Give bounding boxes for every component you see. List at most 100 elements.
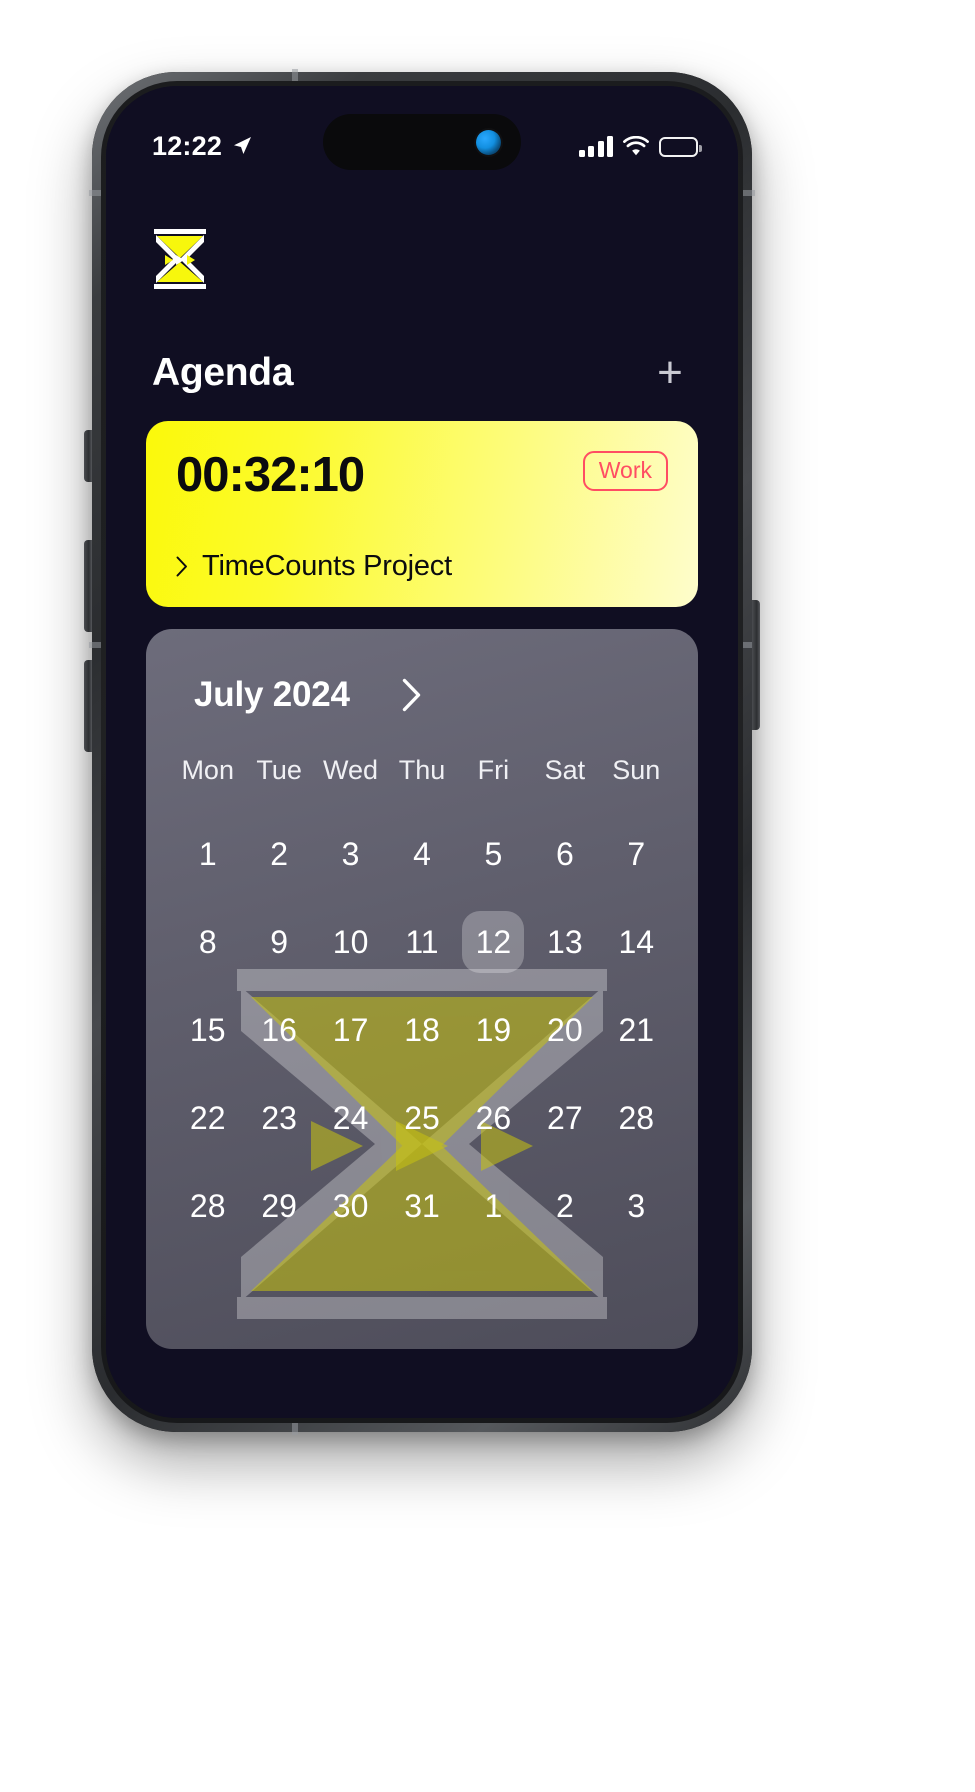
silent-switch[interactable] (84, 430, 92, 482)
calendar-day-cell[interactable]: 17 (315, 992, 386, 1068)
front-camera-icon (476, 129, 501, 155)
calendar-day-cell[interactable]: 16 (243, 992, 314, 1068)
calendar-day-number: 3 (341, 835, 360, 872)
calendar-day-number: 15 (189, 1011, 226, 1048)
page-header: Agenda + (152, 351, 692, 395)
calendar-day-number: 19 (475, 1011, 512, 1048)
app-content: Agenda + 00:32:10 Work TimeCounts Projec… (106, 86, 738, 1418)
calendar-day-cell[interactable]: 2 (243, 816, 314, 892)
calendar-day-number: 8 (198, 923, 217, 960)
screenshot-root: Agenda + 00:32:10 Work TimeCounts Projec… (0, 0, 975, 1792)
page-title: Agenda (152, 351, 294, 394)
calendar-week-row: 22 23 24 25 26 27 28 (146, 1080, 698, 1156)
calendar-day-number: 12 (462, 911, 525, 973)
calendar-day-cell[interactable]: 30 (315, 1168, 386, 1244)
calendar-day-number: 27 (547, 1099, 583, 1136)
calendar-day-cell[interactable]: 28 (601, 1080, 672, 1156)
timer-project-row[interactable]: TimeCounts Project (176, 550, 668, 583)
calendar-day-cell[interactable]: 20 (529, 992, 600, 1068)
phone-frame: Agenda + 00:32:10 Work TimeCounts Projec… (89, 69, 755, 1435)
calendar-day-cell[interactable]: 18 (386, 992, 457, 1068)
calendar-day-cell[interactable]: 25 (386, 1080, 457, 1156)
calendar-day-cell[interactable]: 21 (601, 992, 672, 1068)
calendar-weekday-sun: Sun (612, 755, 661, 785)
active-timer-card[interactable]: 00:32:10 Work TimeCounts Project (146, 421, 698, 607)
calendar-day-cell[interactable]: 8 (172, 904, 243, 980)
calendar-day-number: 17 (332, 1011, 369, 1048)
antenna-line-left-bottom (89, 642, 101, 648)
calendar-day-cell[interactable]: 7 (601, 816, 672, 892)
calendar-day-cell[interactable]: 4 (386, 816, 457, 892)
calendar-week-row: 1 2 3 4 5 6 7 (146, 816, 698, 892)
calendar-day-number: 30 (332, 1187, 369, 1224)
wifi-icon (623, 136, 649, 156)
status-bar-left: 12:22 (152, 131, 253, 162)
antenna-line-left-top (89, 190, 101, 196)
calendar-day-number: 16 (261, 1011, 297, 1048)
calendar-weekday-tue: Tue (256, 755, 302, 785)
calendar-day-cell[interactable]: 22 (172, 1080, 243, 1156)
calendar-day-cell[interactable]: 1 (172, 816, 243, 892)
calendar-week-row: 28 29 30 31 1 2 3 (146, 1168, 698, 1244)
calendar-day-cell[interactable]: 27 (529, 1080, 600, 1156)
timer-category-badge[interactable]: Work (582, 451, 668, 491)
calendar-day-number: 3 (627, 1187, 646, 1224)
calendar-day-number: 7 (627, 835, 646, 872)
calendar-day-cell[interactable]: 12 (458, 904, 529, 980)
volume-up-button[interactable] (84, 540, 92, 632)
calendar-next-month-icon[interactable] (402, 678, 422, 712)
calendar-day-number: 6 (555, 835, 574, 872)
calendar-day-cell[interactable]: 19 (458, 992, 529, 1068)
calendar-day-number: 26 (475, 1099, 512, 1136)
calendar-day-cell[interactable]: 13 (529, 904, 600, 980)
calendar-weekday-mon: Mon (181, 755, 234, 785)
calendar-month-label: July 2024 (194, 675, 350, 714)
calendar-day-cell[interactable]: 15 (172, 992, 243, 1068)
calendar-day-number: 31 (404, 1187, 440, 1224)
calendar-day-number: 18 (404, 1011, 440, 1048)
cellular-signal-icon (578, 135, 613, 157)
calendar-day-cell[interactable]: 6 (529, 816, 600, 892)
calendar-day-number: 23 (261, 1099, 297, 1136)
calendar-weekday-sat: Sat (544, 755, 586, 785)
calendar-day-cell[interactable]: 5 (458, 816, 529, 892)
battery-full-icon (659, 137, 702, 157)
calendar-day-cell[interactable]: 9 (243, 904, 314, 980)
calendar-week-row: 15 16 17 18 19 20 21 (146, 992, 698, 1068)
calendar-day-cell[interactable]: 24 (315, 1080, 386, 1156)
calendar-day-cell[interactable]: 1 (458, 1168, 529, 1244)
calendar-day-cell[interactable]: 23 (243, 1080, 314, 1156)
calendar-day-number: 5 (484, 835, 503, 872)
calendar-day-cell[interactable]: 26 (458, 1080, 529, 1156)
calendar-day-number: 29 (261, 1187, 297, 1224)
calendar-day-number: 28 (618, 1099, 655, 1136)
calendar-day-number: 14 (618, 923, 655, 960)
calendar-day-cell[interactable]: 29 (243, 1168, 314, 1244)
status-bar-right (578, 135, 702, 157)
calendar-card: July 2024 Mon Tue Wed Thu Fri Sat Sun 12345678… (146, 629, 698, 1349)
calendar-day-number: 9 (270, 923, 289, 960)
calendar-day-cell[interactable]: 14 (601, 904, 672, 980)
calendar-header: July 2024 (146, 675, 698, 715)
calendar-day-cell[interactable]: 31 (386, 1168, 457, 1244)
calendar-day-number: 24 (332, 1099, 369, 1136)
calendar-day-cell[interactable]: 3 (315, 816, 386, 892)
calendar-weekday-wed: Wed (323, 755, 379, 785)
volume-down-button[interactable] (84, 660, 92, 752)
antenna-line-bottom (292, 1423, 298, 1435)
calendar-day-cell[interactable]: 3 (601, 1168, 672, 1244)
calendar-day-cell[interactable]: 28 (172, 1168, 243, 1244)
phone-screen: Agenda + 00:32:10 Work TimeCounts Projec… (106, 86, 738, 1418)
chevron-right-icon (176, 556, 187, 577)
phone-band: Agenda + 00:32:10 Work TimeCounts Projec… (101, 81, 743, 1423)
calendar-weekday-row: Mon Tue Wed Thu Fri Sat Sun (146, 755, 698, 786)
timer-elapsed-value: 00:32:10 (176, 448, 365, 502)
calendar-day-number: 25 (404, 1099, 440, 1136)
power-button[interactable] (752, 600, 760, 730)
add-entry-button[interactable]: + (648, 351, 692, 395)
calendar-day-number: 28 (189, 1187, 226, 1224)
calendar-day-cell[interactable]: 10 (315, 904, 386, 980)
status-bar-time: 12:22 (152, 130, 223, 161)
calendar-day-cell[interactable]: 11 (386, 904, 457, 980)
calendar-day-cell[interactable]: 2 (529, 1168, 600, 1244)
